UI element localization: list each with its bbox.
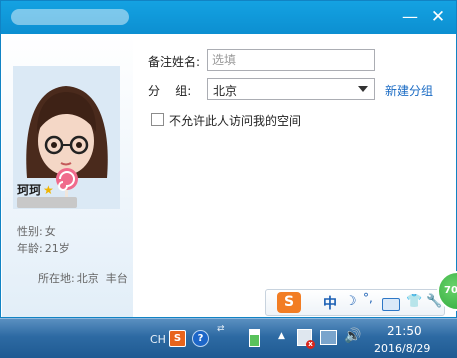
age-row: 年龄: 21岁 xyxy=(17,240,70,256)
nickname-row: 珂珂 ★ xyxy=(17,181,54,198)
new-group-link[interactable]: 新建分组 xyxy=(385,82,433,99)
blurred-title xyxy=(11,9,129,25)
punctuation-icon[interactable]: °, xyxy=(363,291,373,305)
clock-time[interactable]: 21:50 xyxy=(387,324,422,338)
age-label: 年龄: xyxy=(17,242,43,255)
action-center-icon[interactable] xyxy=(320,330,337,345)
keyboard-icon[interactable] xyxy=(382,298,400,311)
clock-date[interactable]: 2016/8/29 xyxy=(374,342,430,355)
error-x-icon: x xyxy=(306,340,315,349)
group-selected-value: 北京 xyxy=(213,84,238,98)
language-indicator[interactable]: CH xyxy=(150,333,166,346)
chevron-down-icon[interactable] xyxy=(358,86,368,92)
speaker-icon[interactable]: 🔊 xyxy=(344,328,361,344)
show-hidden-icons-icon[interactable]: ▲ xyxy=(278,331,285,341)
close-icon[interactable]: ✕ xyxy=(426,6,450,28)
sogou-logo-icon[interactable]: S xyxy=(277,292,301,313)
deny-access-label[interactable]: 不允许此人访问我的空间 xyxy=(169,112,301,129)
gender-label: 性别: xyxy=(17,225,43,238)
moon-icon[interactable]: ☽ xyxy=(345,294,357,309)
profile-panel: 珂珂 ★ 性别: 女 年龄: 21岁 所在地: 北京 丰台 xyxy=(2,34,133,317)
star-icon: ★ xyxy=(43,183,54,197)
help-icon[interactable]: ? xyxy=(192,330,209,347)
gender-value: 女 xyxy=(44,225,56,238)
remark-name-input[interactable] xyxy=(207,49,375,71)
title-bar[interactable]: — ✕ xyxy=(1,1,456,34)
taskbar: CH S ? ⇄ ▲ x 🔊 21:50 2016/8/29 xyxy=(0,318,457,358)
group-label: 分 组: xyxy=(148,84,192,98)
network-disconnected-icon[interactable]: x xyxy=(297,329,315,349)
skin-icon[interactable]: 👕 xyxy=(406,294,422,309)
location-label: 所在地: xyxy=(37,272,75,285)
sogou-tray-icon[interactable]: S xyxy=(169,330,186,347)
minimize-icon[interactable]: — xyxy=(398,6,422,28)
remark-label: 备注姓名: xyxy=(148,55,201,69)
nickname: 珂珂 xyxy=(17,183,42,197)
location-value: 北京 丰台 xyxy=(76,272,128,285)
age-value: 21岁 xyxy=(44,242,70,255)
add-friend-dialog: — ✕ 珂珂 ★ 性别: 女 年龄: 21岁 所在地: 北京 丰台 备注姓名: … xyxy=(0,0,457,318)
deny-access-checkbox[interactable] xyxy=(151,113,164,126)
location-row: 所在地: 北京 丰台 xyxy=(17,257,128,299)
group-select[interactable]: 北京 xyxy=(207,78,375,100)
ime-toolbar: S 中 ☽ °, 👕 🔧 xyxy=(265,289,445,316)
chinese-mode-toggle[interactable]: 中 xyxy=(323,293,337,313)
gender-row: 性别: 女 xyxy=(17,223,56,239)
blurred-account-id xyxy=(17,197,77,208)
battery-icon[interactable] xyxy=(249,329,260,347)
display-switch-icon[interactable]: ⇄ xyxy=(217,325,225,334)
